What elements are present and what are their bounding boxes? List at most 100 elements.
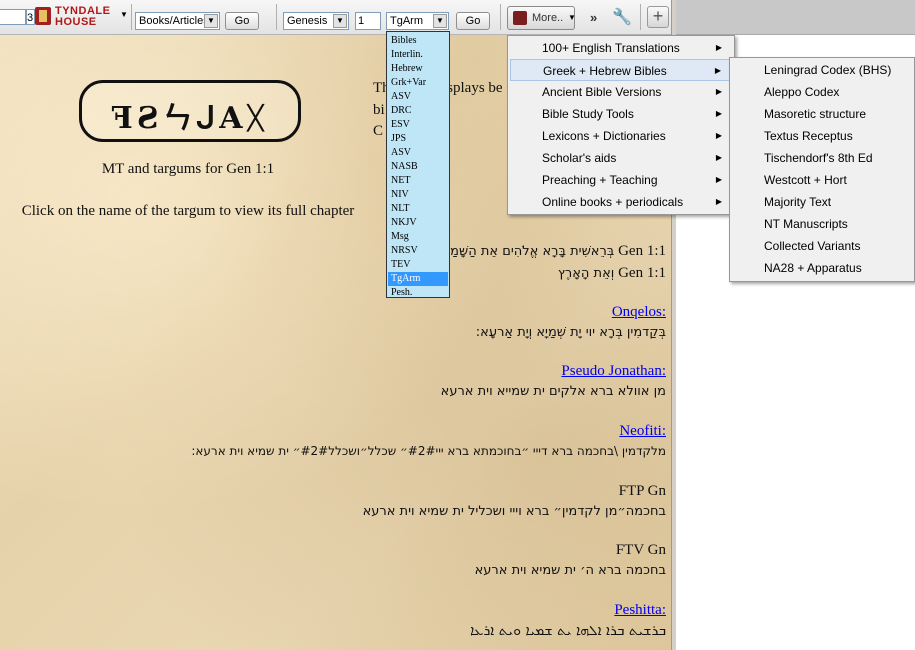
pseudo-jonathan-link[interactable]: Pseudo Jonathan: xyxy=(561,363,666,380)
go-button-passage[interactable]: Go xyxy=(456,12,490,30)
menu-item[interactable]: Lexicons + Dictionaries ▶ xyxy=(510,125,732,147)
chevron-down-icon: ▼ xyxy=(568,13,576,22)
version-option[interactable]: Bibles xyxy=(388,34,448,48)
ftp-title: FTP Gn xyxy=(618,483,666,499)
toolbar: 3 TYNDALE HOUSE ▼ Books/Articles ▼ Go Gen… xyxy=(0,0,671,35)
version-option[interactable]: NASB xyxy=(388,160,448,174)
version-option[interactable]: Grk+Var xyxy=(388,76,448,90)
submenu-item[interactable]: Westcott + Hort xyxy=(732,169,912,191)
version-option[interactable]: Interlin. xyxy=(388,48,448,62)
chevron-down-icon: ▼ xyxy=(204,14,218,28)
menu-item[interactable]: 100+ English Translations ▶ xyxy=(510,37,732,59)
book-select-value: Genesis xyxy=(287,15,328,27)
mt-line-2-hebrew: וְאֵת הָאָרֶץ xyxy=(557,266,615,281)
chapter-input[interactable]: 1 xyxy=(355,12,381,30)
version-option[interactable]: Msg xyxy=(388,230,448,244)
menu-item-label: Online books + periodicals xyxy=(542,195,684,209)
version-option[interactable]: TgArm xyxy=(388,272,448,287)
version-option[interactable]: TEV xyxy=(388,258,448,272)
add-pane-button[interactable]: + xyxy=(647,6,669,28)
submenu-item-label: NT Manuscripts xyxy=(764,217,848,231)
books-articles-select[interactable]: Books/Articles ▼ xyxy=(135,12,220,30)
version-option[interactable]: Pesh. xyxy=(388,286,448,300)
submenu-item[interactable]: Textus Receptus xyxy=(732,125,912,147)
submenu-item[interactable]: Majority Text xyxy=(732,191,912,213)
chevron-down-icon: ▼ xyxy=(333,14,347,28)
submenu-item[interactable]: NT Manuscripts xyxy=(732,213,912,235)
onqelos-link[interactable]: Onqelos: xyxy=(612,304,666,321)
version-select[interactable]: TgArm ▼ xyxy=(386,12,449,30)
menu-item[interactable]: Scholar's aids ▶ xyxy=(510,147,732,169)
version-option[interactable]: JPS xyxy=(388,132,448,146)
chevron-right-icon: ▶ xyxy=(715,43,722,52)
menu-item-label: Ancient Bible Versions xyxy=(542,85,662,99)
wrench-icon[interactable]: 🔧 xyxy=(612,7,632,27)
go-button-books[interactable]: Go xyxy=(225,12,259,30)
instruction-text: Click on the name of the targum to view … xyxy=(21,203,355,219)
mt-verse-1: בְּרֵאשִׁית בָּרָא אֱלֹהִים אֵת הַשָּׁמַ… xyxy=(450,243,666,260)
menu-item-label: Lexicons + Dictionaries xyxy=(542,129,666,143)
more-menu[interactable]: 100+ English Translations ▶ Greek + Hebrew… xyxy=(507,35,735,215)
submenu-item[interactable]: Aleppo Codex xyxy=(732,81,912,103)
separator xyxy=(640,4,641,30)
peshitta-text: ܒܪܫܝܬ ܒܪܐ ܐܠܗܐ ܝܬ ܫܡܝܐ ܘܝܬ ܐܪܥܐ xyxy=(470,623,666,639)
logo-line-2: HOUSE xyxy=(55,16,97,28)
paleo-hebrew-cartouche: ꟻƧㄣᒍAᚷ xyxy=(79,80,301,142)
menu-item[interactable]: Greek + Hebrew Bibles ▶ xyxy=(510,59,732,81)
submenu-item[interactable]: Leningrad Codex (BHS) xyxy=(732,59,912,81)
search-input[interactable] xyxy=(0,9,26,25)
submenu-item[interactable]: Tischendorf's 8th Ed xyxy=(732,147,912,169)
version-option[interactable]: Hebrew xyxy=(388,62,448,76)
right-pane-toolbar xyxy=(676,0,915,35)
menu-item[interactable]: Bible Study Tools ▶ xyxy=(510,103,732,125)
version-option[interactable]: ASV xyxy=(388,90,448,104)
menu-item[interactable]: Online books + periodicals ▶ xyxy=(510,191,732,213)
submenu-item[interactable]: Masoretic structure xyxy=(732,103,912,125)
tyndale-house-logo[interactable]: TYNDALE HOUSE xyxy=(35,5,123,28)
submenu-item-label: NA28 + Apparatus xyxy=(764,261,862,275)
separator xyxy=(131,4,132,30)
version-dropdown-list[interactable]: Bibles Interlin. Hebrew Grk+Var ASV DRC ESV JPS… xyxy=(386,31,450,298)
version-select-value: TgArm xyxy=(390,15,423,27)
peshitta-link[interactable]: Peshitta: xyxy=(614,602,666,619)
more-button[interactable]: More.. ▼ xyxy=(507,6,576,30)
menu-item[interactable]: Ancient Bible Versions ▶ xyxy=(510,81,732,103)
submenu-item[interactable]: Collected Variants xyxy=(732,235,912,257)
small-field[interactable]: 3 xyxy=(26,9,35,25)
chevron-right-icon: ▶ xyxy=(715,109,722,118)
version-option[interactable]: ESV xyxy=(388,118,448,132)
submenu-item-label: Aleppo Codex xyxy=(764,85,840,99)
menu-item-label: Preaching + Teaching xyxy=(542,173,658,187)
cartouche-text: ꟻƧㄣᒍAᚷ xyxy=(111,101,269,136)
version-option[interactable]: NKJV xyxy=(388,216,448,230)
books-select-value: Books/Articles xyxy=(139,15,209,27)
version-option[interactable]: NIV xyxy=(388,188,448,202)
mt-verse-2: וְאֵת הָאָרֶץ Gen 1:1 xyxy=(558,265,666,282)
ftv-text: בחכמה ברא ה׳ ית שמיא וית ארעא xyxy=(474,563,666,578)
version-option[interactable]: ASV xyxy=(388,146,448,160)
greek-hebrew-submenu[interactable]: Leningrad Codex (BHS) Aleppo Codex Masoret… xyxy=(729,57,915,282)
submenu-item[interactable]: NA28 + Apparatus xyxy=(732,257,912,279)
version-option[interactable]: DRC xyxy=(388,104,448,118)
chevron-right-icon: ▶ xyxy=(715,175,722,184)
separator xyxy=(276,4,277,30)
overflow-chevron-icon[interactable]: » xyxy=(590,10,597,25)
menu-item-label: 100+ English Translations xyxy=(542,41,680,55)
version-option[interactable]: NRSV xyxy=(388,244,448,258)
mt-ref-2: Gen 1:1 xyxy=(618,265,666,281)
book-logo-icon xyxy=(35,7,51,25)
logo-dropdown-icon[interactable]: ▼ xyxy=(120,10,128,19)
submenu-item-label: Collected Variants xyxy=(764,239,861,253)
menu-item[interactable]: Preaching + Teaching ▶ xyxy=(510,169,732,191)
menu-item-label: Greek + Hebrew Bibles xyxy=(543,64,667,78)
chevron-down-icon: ▼ xyxy=(433,14,447,28)
book-icon xyxy=(513,11,527,25)
chevron-right-icon: ▶ xyxy=(714,66,721,75)
more-label: More.. xyxy=(532,12,564,24)
chevron-right-icon: ▶ xyxy=(715,87,722,96)
version-option[interactable]: NLT xyxy=(388,202,448,216)
submenu-item-label: Majority Text xyxy=(764,195,832,209)
version-option[interactable]: NET xyxy=(388,174,448,188)
book-select[interactable]: Genesis ▼ xyxy=(283,12,349,30)
neofiti-link[interactable]: Neofiti: xyxy=(619,423,666,440)
